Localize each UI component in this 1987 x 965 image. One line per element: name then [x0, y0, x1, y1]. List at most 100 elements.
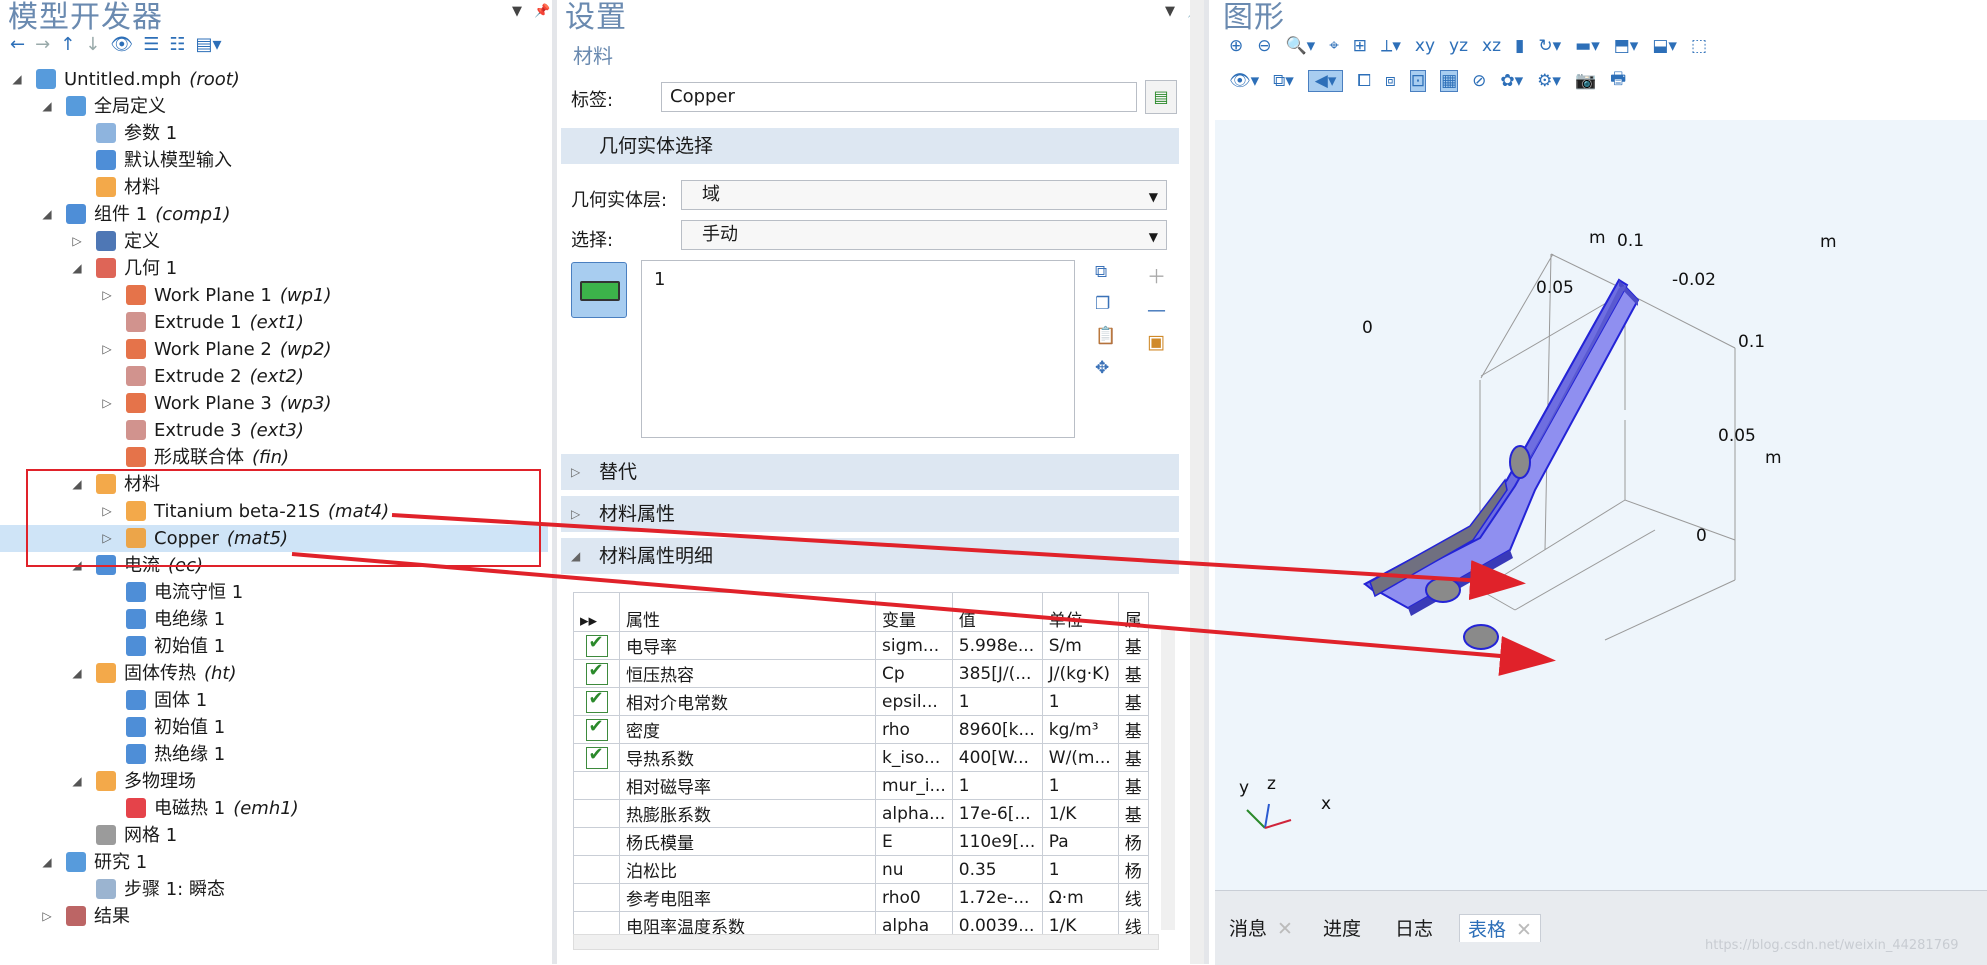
- tab-table[interactable]: 表格 ✕: [1459, 914, 1541, 942]
- create-selection-icon[interactable]: ▣: [1147, 331, 1166, 353]
- remove-icon[interactable]: —: [1147, 299, 1166, 321]
- collapse-arrow-icon[interactable]: ◢: [70, 660, 84, 687]
- table-horizontal-scrollbar[interactable]: [573, 934, 1159, 950]
- tree-node[interactable]: 电绝缘 1: [0, 606, 548, 633]
- expand-arrow-icon[interactable]: ▷: [100, 282, 114, 309]
- table-row[interactable]: 相对磁导率 mur_i... 1 1 基: [573, 771, 1149, 800]
- table-row[interactable]: 杨氏模量 E 110e9[... Pa 杨: [573, 827, 1149, 856]
- tree-node[interactable]: 电磁热 1 (emh1): [0, 795, 548, 822]
- rotate-icon[interactable]: ↻▾: [1538, 36, 1561, 56]
- selection-list[interactable]: 1: [641, 260, 1075, 438]
- transparency-icon[interactable]: ⧠: [1357, 71, 1371, 91]
- table-vertical-scrollbar[interactable]: [1161, 630, 1175, 930]
- column-header[interactable]: 属: [1117, 592, 1149, 632]
- table-row[interactable]: 相对介电常数epsil...11基: [573, 687, 1149, 716]
- zoom-in-icon[interactable]: ⊕: [1229, 36, 1243, 56]
- tree-node[interactable]: Extrude 3 (ext3): [0, 417, 548, 444]
- collapse-arrow-icon[interactable]: ◢: [10, 66, 24, 93]
- collapse-arrow-icon[interactable]: ◢: [70, 552, 84, 579]
- section-override[interactable]: ▷ 替代: [561, 454, 1179, 490]
- tree-node[interactable]: 电流守恒 1: [0, 579, 548, 606]
- selection-mode-select[interactable]: 手动 ▼: [681, 220, 1167, 250]
- expand-arrow-icon[interactable]: ▷: [100, 390, 114, 417]
- collapse-arrow-icon[interactable]: ◢: [40, 93, 54, 120]
- paste-selection-icon[interactable]: ⧉: [1095, 262, 1116, 282]
- scene-light-icon[interactable]: ◀▾: [1307, 69, 1344, 92]
- column-header[interactable]: 属性: [619, 592, 876, 632]
- tree-node[interactable]: ▷ Work Plane 3 (wp3): [0, 390, 548, 417]
- tree-node[interactable]: 形成联合体 (fin): [0, 444, 548, 471]
- zoom-selection-icon[interactable]: ✥: [1095, 358, 1116, 378]
- bracket-part[interactable]: [1362, 278, 1640, 650]
- select-boundary-icon[interactable]: ⬓▾: [1652, 36, 1677, 56]
- xy-view-icon[interactable]: xy: [1415, 36, 1435, 56]
- tree-node[interactable]: ◢ 组件 1 (comp1): [0, 201, 548, 228]
- tree-node[interactable]: 固体 1: [0, 687, 548, 714]
- show-icon[interactable]: 👁: [110, 34, 133, 55]
- tree-node[interactable]: Extrude 1 (ext1): [0, 309, 548, 336]
- collapse-arrow-icon[interactable]: ◢: [40, 849, 54, 876]
- tree-node[interactable]: ◢ 电流 (ec): [0, 552, 548, 579]
- tree-node[interactable]: ▷ Work Plane 2 (wp2): [0, 336, 548, 363]
- tree-node[interactable]: ◢ 材料: [0, 471, 548, 498]
- tree-node[interactable]: ▷ 结果: [0, 903, 548, 930]
- mounting-hole[interactable]: [1425, 577, 1461, 603]
- yz-view-icon[interactable]: yz: [1449, 36, 1468, 56]
- settings-scrollbar[interactable]: [1190, 0, 1204, 964]
- camera-icon[interactable]: 📷: [1575, 71, 1596, 91]
- move-down-icon[interactable]: ↓: [85, 34, 100, 55]
- show-hide-icon[interactable]: 👁▾: [1229, 71, 1259, 91]
- xz-view-icon[interactable]: xz: [1482, 36, 1501, 56]
- column-header[interactable]: 变量: [875, 592, 953, 632]
- collapse-arrow-icon[interactable]: ◢: [70, 471, 84, 498]
- zoom-out-icon[interactable]: ⊖: [1257, 36, 1271, 56]
- collapse-arrow-icon[interactable]: ◢: [70, 768, 84, 795]
- options-menu-icon[interactable]: ▤▾: [196, 34, 222, 55]
- geometric-level-select[interactable]: 域 ▼: [681, 180, 1167, 210]
- tree-node[interactable]: 网格 1: [0, 822, 548, 849]
- expand-columns-icon[interactable]: ▸▸: [573, 592, 620, 632]
- tree-node[interactable]: ◢ 多物理场: [0, 768, 548, 795]
- tree-node[interactable]: ◢ 全局定义: [0, 93, 548, 120]
- section-material-contents[interactable]: ◢ 材料属性明细: [561, 538, 1179, 574]
- tree-node[interactable]: ▷ Copper (mat5): [0, 525, 548, 552]
- collapse-arrow-icon[interactable]: ◢: [40, 201, 54, 228]
- table-row[interactable]: 电导率sigm...5.998e...S/m基: [573, 631, 1149, 660]
- mounting-hole[interactable]: [1509, 445, 1531, 479]
- tree-node[interactable]: ◢ 研究 1: [0, 849, 548, 876]
- mounting-hole[interactable]: [1463, 624, 1499, 650]
- expand-arrow-icon[interactable]: ▷: [100, 336, 114, 363]
- tree-node[interactable]: 初始值 1: [0, 714, 548, 741]
- tree-node[interactable]: ▷ Work Plane 1 (wp1): [0, 282, 548, 309]
- pin-icon[interactable]: 📌: [534, 4, 550, 19]
- add-icon[interactable]: ＋: [1147, 262, 1166, 289]
- label-edit-icon[interactable]: ▤: [1145, 80, 1177, 114]
- section-material-properties[interactable]: ▷ 材料属性: [561, 496, 1179, 532]
- expand-all-icon[interactable]: ☰: [143, 34, 159, 55]
- select-domain-icon[interactable]: ⬒▾: [1614, 36, 1639, 56]
- active-toggle-button[interactable]: [571, 262, 627, 318]
- grid-icon[interactable]: ▦: [1440, 69, 1459, 92]
- tab-progress[interactable]: 进度: [1323, 914, 1361, 941]
- tree-node[interactable]: 步骤 1: 瞬态: [0, 876, 548, 903]
- tree-node[interactable]: 热绝缘 1: [0, 741, 548, 768]
- copy-selection-icon[interactable]: ❐: [1095, 294, 1116, 314]
- column-header[interactable]: 单位: [1041, 592, 1119, 632]
- table-row[interactable]: 泊松比 nu 0.35 1 杨: [573, 855, 1149, 884]
- zoom-extents-icon[interactable]: ⊞: [1353, 36, 1367, 56]
- collapse-all-icon[interactable]: ☷: [169, 34, 185, 55]
- table-row[interactable]: 参考电阻率 rho0 1.72e-... Ω·m 线: [573, 883, 1149, 912]
- zoom-selected-icon[interactable]: ⌖: [1329, 36, 1339, 56]
- tab-log[interactable]: 日志: [1395, 914, 1433, 941]
- tree-node[interactable]: Extrude 2 (ext2): [0, 363, 548, 390]
- view-selection-icon[interactable]: ⧉▾: [1273, 71, 1294, 91]
- expand-arrow-icon[interactable]: ▷: [40, 903, 54, 930]
- collapse-arrow-icon[interactable]: ◢: [70, 255, 84, 282]
- wireframe-icon[interactable]: ⧈: [1385, 71, 1396, 91]
- expand-arrow-icon[interactable]: ▷: [100, 525, 114, 552]
- table-row[interactable]: 密度rho8960[k...kg/m³基: [573, 715, 1149, 744]
- move-up-icon[interactable]: ↑: [60, 34, 75, 55]
- reset-hiding-icon[interactable]: ⊘: [1472, 71, 1486, 91]
- zoom-box-icon[interactable]: 🔍▾: [1286, 36, 1316, 56]
- image-snapshot-settings-icon[interactable]: ⚙▾: [1537, 71, 1561, 91]
